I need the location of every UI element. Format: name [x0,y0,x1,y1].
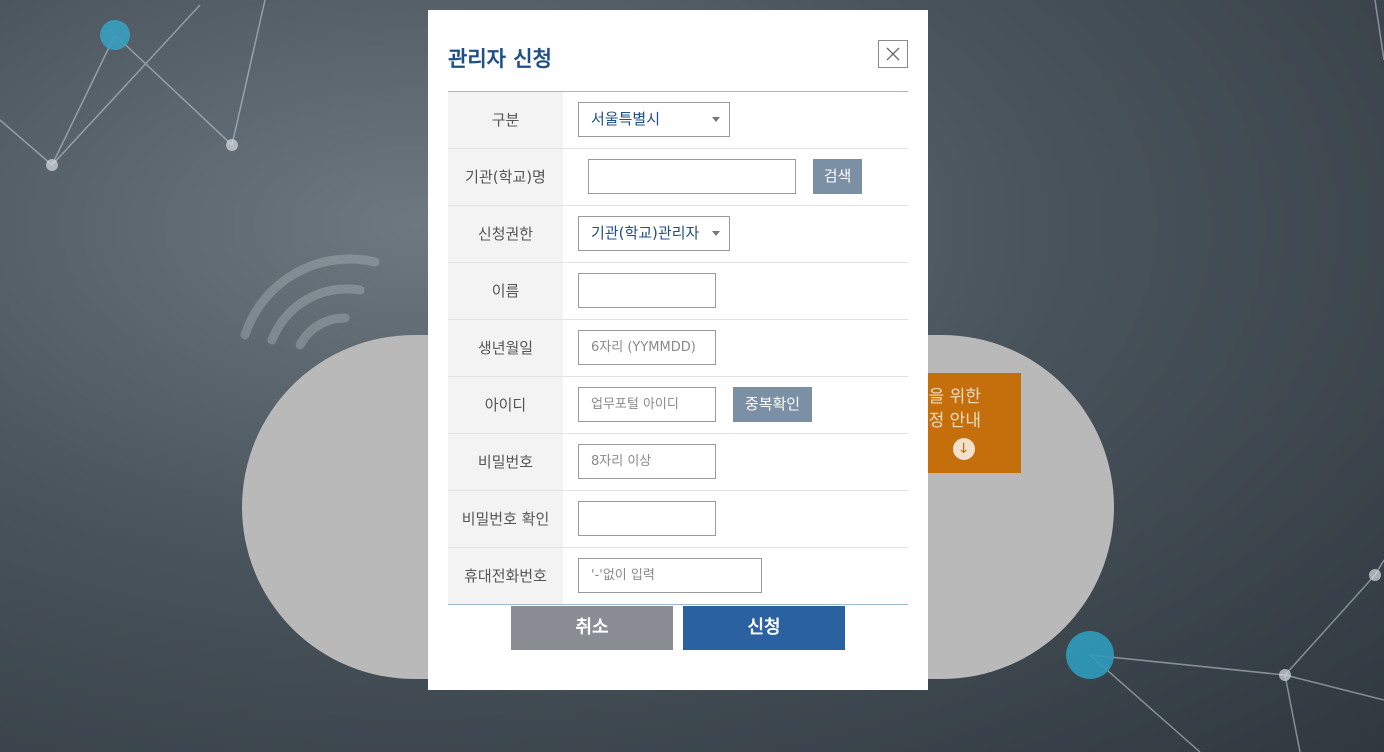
row-phone: 휴대전화번호 [448,548,908,604]
row-password: 비밀번호 [448,434,908,491]
name-label: 이름 [448,263,563,319]
password-input[interactable] [578,444,716,479]
modal-actions: 취소 신청 [511,606,845,650]
cancel-button[interactable]: 취소 [511,606,673,650]
userid-input[interactable] [578,387,716,422]
row-role: 신청권한 기관(학교)관리자 [448,206,908,263]
password-label: 비밀번호 [448,434,563,490]
institution-label: 기관(학교)명 [448,149,563,205]
role-select-value: 기관(학교)관리자 [591,224,700,242]
userid-label: 아이디 [448,377,563,433]
phone-label: 휴대전화번호 [448,548,563,604]
banner-download-row: 드↓ [913,437,1021,461]
phone-input[interactable] [578,558,762,593]
division-select-value: 서울특별시 [591,110,661,128]
row-password-confirm: 비밀번호 확인 [448,491,908,548]
division-select[interactable]: 서울특별시 [578,102,730,137]
close-button[interactable] [878,40,908,68]
institution-search-button[interactable]: 검색 [813,159,862,194]
password-confirm-input[interactable] [578,501,716,536]
duplicate-check-button[interactable]: 중복확인 [733,387,812,422]
role-select[interactable]: 기관(학교)관리자 [578,216,730,251]
row-name: 이름 [448,263,908,320]
apply-button[interactable]: 신청 [683,606,845,650]
row-birth: 생년월일 [448,320,908,377]
row-institution: 기관(학교)명 검색 [448,149,908,206]
modal-title: 관리자 신청 [448,47,552,71]
admin-application-modal: 관리자 신청 구분 서울특별시 기관(학교)명 검색 신청권한 기관(학교)관리… [428,10,928,690]
banner-line-1: 용을 위한 [913,387,981,407]
download-icon: ↓ [952,438,975,460]
password-confirm-label: 비밀번호 확인 [448,491,563,547]
row-division: 구분 서울특별시 [448,92,908,149]
banner-line-2: 설정 안내 [913,411,981,431]
division-label: 구분 [448,92,563,148]
row-userid: 아이디 중복확인 [448,377,908,434]
close-icon [886,47,900,61]
dropdown-caret-icon [712,231,720,236]
institution-name-input[interactable] [588,159,796,194]
dropdown-caret-icon [712,117,720,122]
name-input[interactable] [578,273,716,308]
role-label: 신청권한 [448,206,563,262]
birth-label: 생년월일 [448,320,563,376]
birthdate-input[interactable] [578,330,716,365]
application-form: 구분 서울특별시 기관(학교)명 검색 신청권한 기관(학교)관리자 이름 생년… [448,91,908,605]
